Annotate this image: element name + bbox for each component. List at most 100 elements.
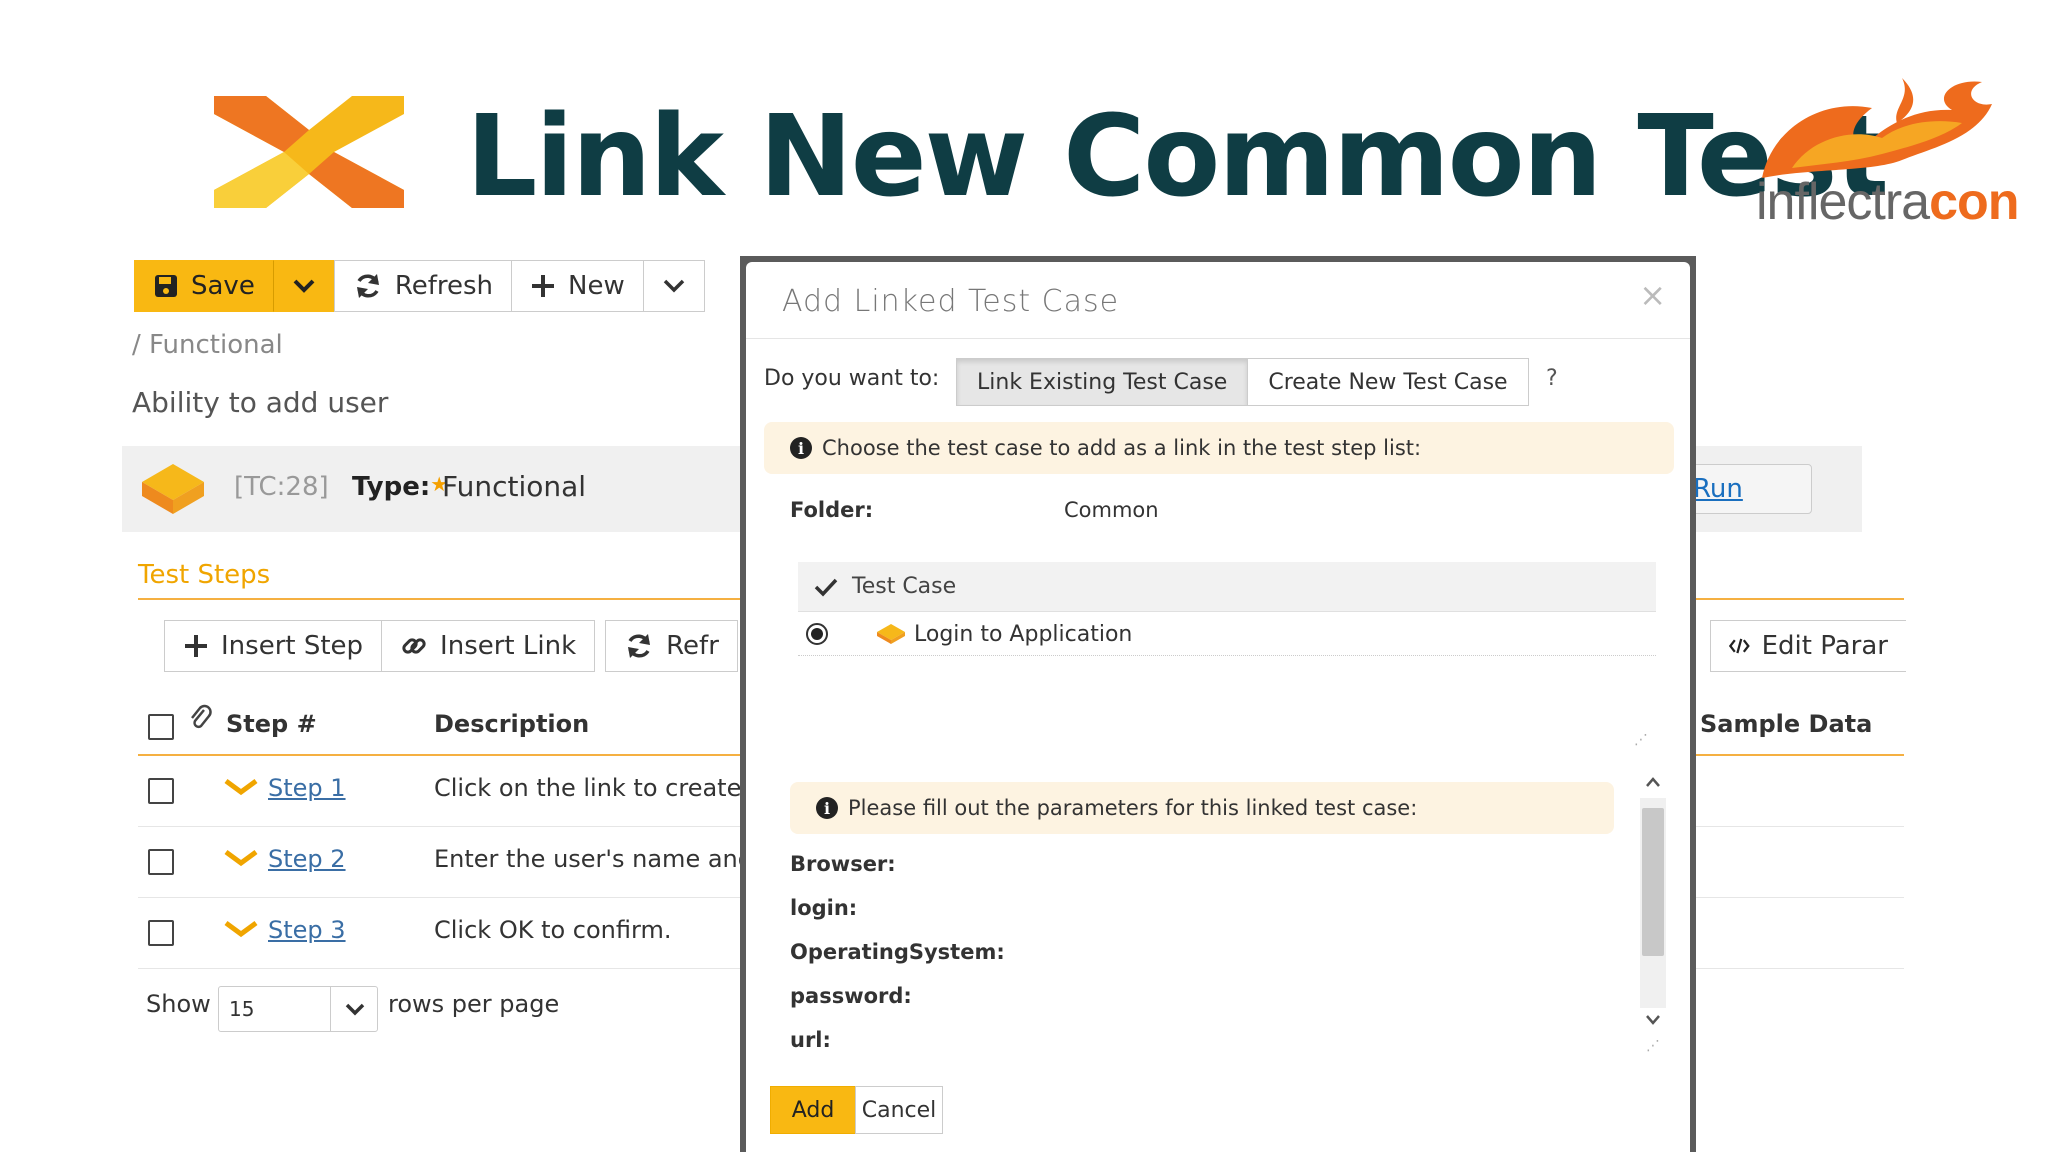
chevron-down-icon (663, 279, 684, 293)
test-case-list: Test Case Login to Application (798, 562, 1656, 656)
checkmark-icon (814, 578, 838, 597)
row-checkbox[interactable] (148, 920, 174, 946)
row-checkbox[interactable] (148, 778, 174, 804)
scroll-thumb[interactable] (1642, 808, 1664, 956)
brand-prefix: inflectra (1756, 173, 1930, 231)
test-case-id: [TC:28] (234, 472, 329, 502)
column-description[interactable]: Description (434, 710, 589, 738)
show-label: Show (146, 990, 211, 1018)
choose-info-message: i Choose the test case to add as a link … (764, 422, 1674, 474)
dialog-title: Add Linked Test Case (782, 284, 1120, 319)
add-linked-test-case-dialog: Add Linked Test Case × Do you want to: L… (746, 262, 1690, 1152)
step-expand-icon[interactable] (224, 778, 258, 798)
parameter-label: OperatingSystem: (790, 940, 1005, 964)
parameter-label: url: (790, 1028, 831, 1052)
plus-icon (185, 635, 207, 657)
parameters-info-text: Please fill out the parameters for this … (848, 796, 1418, 820)
cancel-button[interactable]: Cancel (855, 1086, 943, 1134)
step-link[interactable]: Step 3 (268, 916, 346, 944)
code-icon (1729, 638, 1750, 654)
chevron-up-icon[interactable] (1645, 776, 1661, 788)
save-dropdown-button[interactable] (272, 260, 335, 312)
step-expand-icon[interactable] (224, 849, 258, 869)
test-case-column: Test Case (852, 574, 957, 599)
column-step[interactable]: Step # (226, 710, 317, 738)
mode-toggle: Link Existing Test Case Create New Test … (956, 358, 1529, 406)
parameters-scrollbar[interactable] (1640, 770, 1666, 1036)
resize-handle-icon[interactable]: ⋰ (1646, 1038, 1660, 1054)
main-toolbar: Save Refresh New (134, 260, 705, 312)
step-description[interactable]: Enter the user's name and (434, 845, 753, 873)
test-case-name: Login to Application (914, 621, 1133, 647)
step-description[interactable]: Click on the link to create (434, 774, 741, 802)
test-steps-tab[interactable]: Test Steps (138, 560, 270, 590)
step-link[interactable]: Step 1 (268, 774, 346, 802)
test-case-radio[interactable] (806, 623, 828, 645)
rows-per-page-label: rows per page (388, 990, 560, 1018)
steps-refresh-label: Refr (666, 631, 719, 661)
divider (746, 338, 1690, 339)
link-icon (402, 638, 426, 654)
choose-info-text: Choose the test case to add as a link in… (822, 436, 1422, 460)
test-case-list-header: Test Case (798, 562, 1656, 612)
row-checkbox[interactable] (148, 849, 174, 875)
resize-handle-icon[interactable]: ⋰ (1634, 732, 1648, 748)
spiratest-logo (214, 96, 404, 208)
plus-icon (532, 275, 555, 297)
refresh-label: Refresh (394, 271, 494, 301)
parameter-label: password: (790, 984, 912, 1008)
rows-per-page-dropdown[interactable] (330, 986, 378, 1032)
test-case-name: Ability to add user (132, 386, 389, 419)
refresh-button[interactable]: Refresh (333, 260, 513, 312)
steps-toolbar: Insert Step Insert Link Refr (164, 620, 738, 672)
test-case-icon (877, 624, 905, 644)
mode-question: Do you want to: (764, 366, 940, 391)
link-existing-button[interactable]: Link Existing Test Case (956, 358, 1249, 406)
step-link[interactable]: Step 2 (268, 845, 346, 873)
list-item[interactable]: Login to Application (798, 612, 1656, 656)
select-all-checkbox[interactable] (148, 714, 174, 740)
refresh-icon (356, 274, 379, 298)
slide-title: Link New Common Test (466, 92, 1889, 222)
type-label-text: Type: (352, 472, 431, 502)
edit-parameters-label: Edit Parar (1761, 631, 1888, 661)
insert-link-button[interactable]: Insert Link (381, 620, 596, 672)
new-button[interactable]: New (511, 260, 644, 312)
step-expand-icon[interactable] (224, 920, 258, 940)
save-button[interactable]: Save (134, 260, 274, 312)
close-icon[interactable]: × (1639, 276, 1666, 314)
parameter-label: Browser: (790, 852, 896, 876)
help-button[interactable]: ? (1546, 366, 1558, 391)
add-button[interactable]: Add (770, 1086, 856, 1134)
type-value[interactable]: Functional (442, 470, 586, 503)
new-label: New (568, 271, 625, 301)
folder-label: Folder: (790, 498, 874, 522)
info-icon: i (816, 797, 838, 819)
chevron-down-icon[interactable] (1645, 1014, 1661, 1026)
folder-value[interactable]: Common (1064, 498, 1159, 522)
insert-link-label: Insert Link (440, 631, 577, 661)
create-new-button[interactable]: Create New Test Case (1247, 358, 1529, 406)
column-sample-data[interactable]: Sample Data (1700, 710, 1872, 738)
insert-step-button[interactable]: Insert Step (164, 620, 383, 672)
brand-suffix: con (1929, 173, 2019, 231)
new-dropdown-button[interactable] (642, 260, 705, 312)
insert-step-label: Insert Step (221, 631, 364, 661)
radio-selected-dot (811, 628, 823, 640)
paperclip-icon (191, 704, 212, 729)
info-icon: i (790, 437, 812, 459)
steps-refresh-button[interactable]: Refr (605, 620, 738, 672)
refresh-icon (628, 634, 651, 658)
test-case-icon (142, 464, 204, 514)
chevron-down-icon (345, 1003, 364, 1016)
breadcrumb[interactable]: / Functional (132, 330, 283, 360)
type-label: Type:★ (352, 472, 448, 502)
save-label: Save (191, 271, 255, 301)
chevron-down-icon (293, 279, 315, 293)
step-description[interactable]: Click OK to confirm. (434, 916, 671, 944)
edit-parameters-button[interactable]: Edit Parar (1710, 620, 1906, 672)
run-button[interactable]: Run (1692, 464, 1812, 514)
parameters-info-message: i Please fill out the parameters for thi… (790, 782, 1614, 834)
parameter-label: login: (790, 896, 858, 920)
floppy-disk-icon (155, 275, 177, 297)
